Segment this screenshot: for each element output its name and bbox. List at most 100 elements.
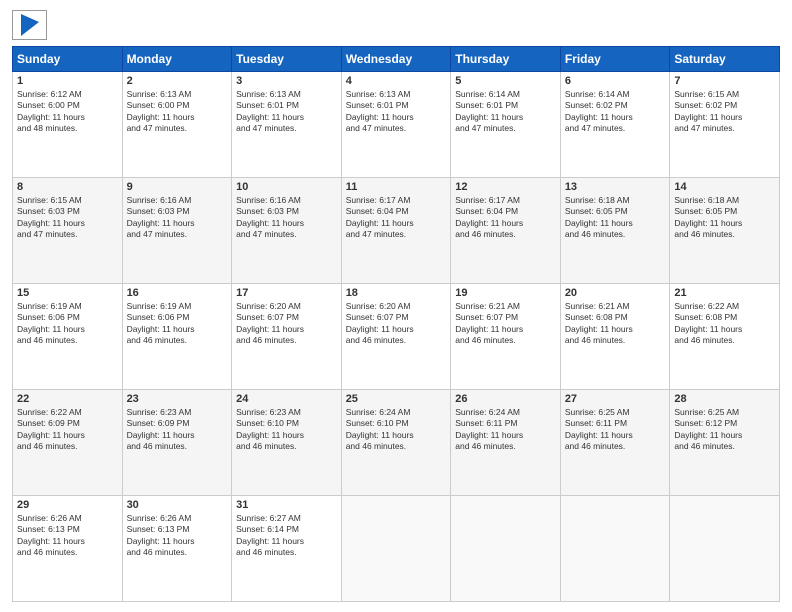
day-info: Sunrise: 6:13 AM Sunset: 6:00 PM Dayligh… [127, 89, 228, 135]
day-cell-29: 29 Sunrise: 6:26 AM Sunset: 6:13 PM Dayli… [13, 496, 123, 602]
day-info: Sunrise: 6:14 AM Sunset: 6:01 PM Dayligh… [455, 89, 556, 135]
day-info: Sunrise: 6:22 AM Sunset: 6:09 PM Dayligh… [17, 407, 118, 453]
week-row-2: 8 Sunrise: 6:15 AM Sunset: 6:03 PM Daylig… [13, 178, 780, 284]
day-cell-26: 26 Sunrise: 6:24 AM Sunset: 6:11 PM Dayli… [451, 390, 561, 496]
day-cell-18: 18Sunrise: 6:20 AM Sunset: 6:07 PM Dayli… [341, 284, 451, 390]
day-cell-6: 6 Sunrise: 6:14 AM Sunset: 6:02 PM Daylig… [560, 72, 670, 178]
day-info: Sunrise: 6:19 AM Sunset: 6:06 PM Dayligh… [127, 301, 228, 347]
day-number: 4 [346, 75, 447, 87]
empty-cell [560, 496, 670, 602]
day-info: Sunrise: 6:25 AM Sunset: 6:12 PM Dayligh… [674, 407, 775, 453]
day-number: 19 [455, 287, 556, 299]
day-number: 18 [346, 287, 447, 299]
day-number: 14 [674, 181, 775, 193]
day-cell-5: 5Sunrise: 6:14 AM Sunset: 6:01 PM Daylig… [451, 72, 561, 178]
empty-cell [670, 496, 780, 602]
day-info: Sunrise: 6:12 AM Sunset: 6:00 PM Dayligh… [17, 89, 118, 135]
day-number: 15 [17, 287, 118, 299]
day-number: 28 [674, 393, 775, 405]
day-number: 1 [17, 75, 118, 87]
day-info: Sunrise: 6:23 AM Sunset: 6:10 PM Dayligh… [236, 407, 337, 453]
day-number: 22 [17, 393, 118, 405]
day-number: 27 [565, 393, 666, 405]
day-info: Sunrise: 6:26 AM Sunset: 6:13 PM Dayligh… [17, 513, 118, 559]
day-cell-12: 12 Sunrise: 6:17 AM Sunset: 6:04 PM Dayli… [451, 178, 561, 284]
week-row-3: 15 Sunrise: 6:19 AM Sunset: 6:06 PM Dayli… [13, 284, 780, 390]
weekday-header-thursday: Thursday [451, 47, 561, 72]
day-info: Sunrise: 6:24 AM Sunset: 6:10 PM Dayligh… [346, 407, 447, 453]
day-info: Sunrise: 6:17 AM Sunset: 6:04 PM Dayligh… [455, 195, 556, 241]
day-number: 25 [346, 393, 447, 405]
logo-icon-wrap [21, 14, 39, 36]
day-number: 29 [17, 499, 118, 511]
day-info: Sunrise: 6:25 AM Sunset: 6:11 PM Dayligh… [565, 407, 666, 453]
day-cell-8: 8 Sunrise: 6:15 AM Sunset: 6:03 PM Daylig… [13, 178, 123, 284]
day-cell-16: 16Sunrise: 6:19 AM Sunset: 6:06 PM Dayli… [122, 284, 232, 390]
day-cell-30: 30 Sunrise: 6:26 AM Sunset: 6:13 PM Dayli… [122, 496, 232, 602]
day-cell-10: 10 Sunrise: 6:16 AM Sunset: 6:03 PM Dayli… [232, 178, 342, 284]
weekday-header-sunday: Sunday [13, 47, 123, 72]
weekday-header-saturday: Saturday [670, 47, 780, 72]
day-cell-1: 1 Sunrise: 6:12 AM Sunset: 6:00 PM Daylig… [13, 72, 123, 178]
empty-cell [341, 496, 451, 602]
day-number: 17 [236, 287, 337, 299]
empty-cell [451, 496, 561, 602]
page: SundayMondayTuesdayWednesdayThursdayFrid… [0, 0, 792, 612]
header [12, 10, 780, 40]
day-info: Sunrise: 6:15 AM Sunset: 6:03 PM Dayligh… [17, 195, 118, 241]
day-number: 2 [127, 75, 228, 87]
week-row-4: 22 Sunrise: 6:22 AM Sunset: 6:09 PM Dayli… [13, 390, 780, 496]
day-cell-31: 31Sunrise: 6:27 AM Sunset: 6:14 PM Dayli… [232, 496, 342, 602]
logo [12, 10, 47, 40]
day-number: 24 [236, 393, 337, 405]
day-cell-15: 15 Sunrise: 6:19 AM Sunset: 6:06 PM Dayli… [13, 284, 123, 390]
day-cell-7: 7Sunrise: 6:15 AM Sunset: 6:02 PM Daylig… [670, 72, 780, 178]
day-info: Sunrise: 6:16 AM Sunset: 6:03 PM Dayligh… [127, 195, 228, 241]
day-number: 3 [236, 75, 337, 87]
day-number: 21 [674, 287, 775, 299]
day-number: 11 [346, 181, 447, 193]
day-info: Sunrise: 6:13 AM Sunset: 6:01 PM Dayligh… [236, 89, 337, 135]
day-number: 7 [674, 75, 775, 87]
day-cell-3: 3 Sunrise: 6:13 AM Sunset: 6:01 PM Daylig… [232, 72, 342, 178]
weekday-header-friday: Friday [560, 47, 670, 72]
day-info: Sunrise: 6:26 AM Sunset: 6:13 PM Dayligh… [127, 513, 228, 559]
day-info: Sunrise: 6:22 AM Sunset: 6:08 PM Dayligh… [674, 301, 775, 347]
week-row-1: 1 Sunrise: 6:12 AM Sunset: 6:00 PM Daylig… [13, 72, 780, 178]
weekday-header-monday: Monday [122, 47, 232, 72]
day-cell-25: 25 Sunrise: 6:24 AM Sunset: 6:10 PM Dayli… [341, 390, 451, 496]
day-info: Sunrise: 6:16 AM Sunset: 6:03 PM Dayligh… [236, 195, 337, 241]
day-number: 12 [455, 181, 556, 193]
day-cell-9: 9Sunrise: 6:16 AM Sunset: 6:03 PM Daylig… [122, 178, 232, 284]
day-info: Sunrise: 6:17 AM Sunset: 6:04 PM Dayligh… [346, 195, 447, 241]
day-info: Sunrise: 6:24 AM Sunset: 6:11 PM Dayligh… [455, 407, 556, 453]
day-cell-11: 11 Sunrise: 6:17 AM Sunset: 6:04 PM Dayli… [341, 178, 451, 284]
weekday-header-tuesday: Tuesday [232, 47, 342, 72]
day-number: 6 [565, 75, 666, 87]
day-info: Sunrise: 6:27 AM Sunset: 6:14 PM Dayligh… [236, 513, 337, 559]
day-info: Sunrise: 6:19 AM Sunset: 6:06 PM Dayligh… [17, 301, 118, 347]
day-info: Sunrise: 6:21 AM Sunset: 6:08 PM Dayligh… [565, 301, 666, 347]
day-cell-24: 24 Sunrise: 6:23 AM Sunset: 6:10 PM Dayli… [232, 390, 342, 496]
day-cell-17: 17 Sunrise: 6:20 AM Sunset: 6:07 PM Dayli… [232, 284, 342, 390]
day-number: 8 [17, 181, 118, 193]
day-cell-14: 14 Sunrise: 6:18 AM Sunset: 6:05 PM Dayli… [670, 178, 780, 284]
calendar-table: SundayMondayTuesdayWednesdayThursdayFrid… [12, 46, 780, 602]
day-number: 13 [565, 181, 666, 193]
day-number: 20 [565, 287, 666, 299]
day-info: Sunrise: 6:14 AM Sunset: 6:02 PM Dayligh… [565, 89, 666, 135]
day-number: 10 [236, 181, 337, 193]
day-info: Sunrise: 6:18 AM Sunset: 6:05 PM Dayligh… [565, 195, 666, 241]
day-cell-21: 21 Sunrise: 6:22 AM Sunset: 6:08 PM Dayli… [670, 284, 780, 390]
day-number: 23 [127, 393, 228, 405]
day-info: Sunrise: 6:13 AM Sunset: 6:01 PM Dayligh… [346, 89, 447, 135]
day-cell-23: 23Sunrise: 6:23 AM Sunset: 6:09 PM Dayli… [122, 390, 232, 496]
day-info: Sunrise: 6:20 AM Sunset: 6:07 PM Dayligh… [236, 301, 337, 347]
day-info: Sunrise: 6:21 AM Sunset: 6:07 PM Dayligh… [455, 301, 556, 347]
day-cell-19: 19 Sunrise: 6:21 AM Sunset: 6:07 PM Dayli… [451, 284, 561, 390]
day-number: 26 [455, 393, 556, 405]
day-info: Sunrise: 6:18 AM Sunset: 6:05 PM Dayligh… [674, 195, 775, 241]
day-number: 30 [127, 499, 228, 511]
day-cell-27: 27 Sunrise: 6:25 AM Sunset: 6:11 PM Dayli… [560, 390, 670, 496]
day-cell-28: 28 Sunrise: 6:25 AM Sunset: 6:12 PM Dayli… [670, 390, 780, 496]
